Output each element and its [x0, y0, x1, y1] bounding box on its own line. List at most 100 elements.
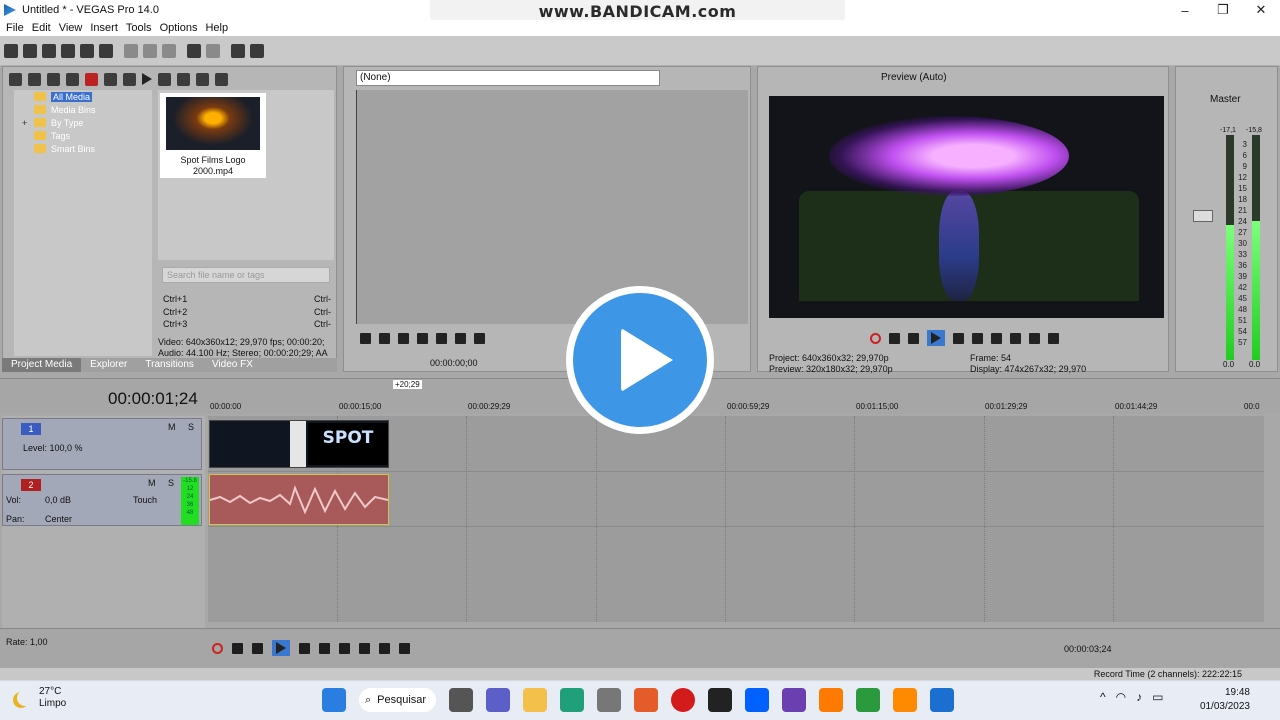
- prev-frame-icon[interactable]: [379, 642, 390, 654]
- import-media-icon[interactable]: [9, 72, 22, 86]
- auto-preview-icon[interactable]: [177, 72, 190, 86]
- speaker-icon[interactable]: ♪: [1136, 690, 1142, 704]
- taskbar-clock[interactable]: 19:48 01/03/2023: [1200, 686, 1250, 714]
- wifi-icon[interactable]: ◠: [1116, 690, 1126, 704]
- tray-expand-icon[interactable]: ^: [1100, 690, 1106, 704]
- stop-icon[interactable]: [319, 642, 330, 654]
- playback-rate[interactable]: Rate: 1,00: [6, 637, 48, 647]
- play-button[interactable]: [927, 330, 945, 346]
- close-button[interactable]: ✕: [1242, 0, 1280, 20]
- minimize-button[interactable]: –: [1166, 0, 1204, 20]
- menu-edit[interactable]: Edit: [28, 22, 55, 34]
- sheet-icon[interactable]: [856, 688, 881, 712]
- video-clip[interactable]: SPOT: [209, 420, 389, 468]
- bandicam-icon[interactable]: [671, 688, 696, 712]
- pause-icon[interactable]: [953, 332, 964, 344]
- undo-icon[interactable]: [187, 43, 201, 58]
- dropbox-icon[interactable]: [745, 688, 770, 712]
- app-icon[interactable]: [819, 688, 844, 712]
- copy-icon[interactable]: [143, 43, 157, 58]
- file-explorer-icon[interactable]: [523, 688, 548, 712]
- amazon-icon[interactable]: [708, 688, 733, 712]
- battery-icon[interactable]: ▭: [1152, 690, 1163, 704]
- weather-widget[interactable]: 27°C Limpo: [17, 686, 66, 710]
- next-frame-icon[interactable]: [474, 332, 485, 344]
- play-icon[interactable]: [398, 332, 409, 344]
- video-track-header[interactable]: 1 M S Level: 100,0 %: [2, 418, 202, 470]
- mute-button[interactable]: M: [168, 422, 176, 432]
- pause-icon[interactable]: [417, 332, 428, 344]
- taskbar-search[interactable]: ⌕ Pesquisar: [359, 688, 437, 712]
- trimmer-source-select[interactable]: (None): [356, 70, 660, 86]
- capture-icon[interactable]: [28, 72, 41, 86]
- solo-button[interactable]: S: [188, 422, 194, 432]
- media-thumbnail-card[interactable]: Spot Films Logo 2000.mp4: [160, 93, 266, 178]
- help-icon[interactable]: [250, 43, 264, 58]
- audio-track-header[interactable]: 2 M S Vol: 0,0 dB Touch Pan: Center -15.…: [2, 474, 202, 526]
- play-media-icon[interactable]: [142, 73, 152, 85]
- tree-item-smart-bins[interactable]: Smart Bins: [14, 142, 152, 155]
- get-media-icon[interactable]: [47, 72, 60, 86]
- loop-icon[interactable]: [360, 332, 371, 344]
- stop-media-icon[interactable]: [158, 72, 171, 86]
- stop-icon[interactable]: [972, 332, 983, 344]
- tree-item-tags[interactable]: Tags: [14, 129, 152, 142]
- play-from-start-icon[interactable]: [908, 332, 919, 344]
- video-play-overlay-button[interactable]: [566, 286, 714, 434]
- redo-icon[interactable]: [206, 43, 220, 58]
- solo-button[interactable]: S: [168, 478, 174, 488]
- menu-help[interactable]: Help: [201, 22, 232, 34]
- remove-icon[interactable]: [85, 72, 98, 86]
- loop-icon[interactable]: [889, 332, 900, 344]
- trimmer-view[interactable]: [356, 90, 748, 324]
- media-fx-icon[interactable]: [104, 72, 117, 86]
- menu-insert[interactable]: Insert: [86, 22, 122, 34]
- cut-icon[interactable]: [124, 43, 138, 58]
- render-icon[interactable]: [80, 43, 94, 58]
- save-as-icon[interactable]: [61, 43, 75, 58]
- next-frame-icon[interactable]: [1048, 332, 1059, 344]
- next-frame-icon[interactable]: [399, 642, 410, 654]
- menu-tools[interactable]: Tools: [122, 22, 156, 34]
- menu-options[interactable]: Options: [156, 22, 202, 34]
- maximize-button[interactable]: ❐: [1204, 0, 1242, 20]
- tab-transitions[interactable]: Transitions: [136, 358, 203, 372]
- record-icon[interactable]: [870, 332, 881, 344]
- app-icon[interactable]: [893, 688, 918, 712]
- new-project-icon[interactable]: [4, 43, 18, 58]
- play-button[interactable]: [272, 640, 290, 656]
- edge-icon[interactable]: [560, 688, 585, 712]
- prev-frame-icon[interactable]: [1029, 332, 1040, 344]
- media-search-input[interactable]: Search file name or tags: [162, 267, 330, 283]
- paste-icon[interactable]: [162, 43, 176, 58]
- tab-video-fx[interactable]: Video FX: [203, 358, 262, 372]
- views-icon[interactable]: [196, 72, 209, 86]
- play-from-start-icon[interactable]: [252, 642, 263, 654]
- windows-start-icon[interactable]: [322, 688, 346, 712]
- go-start-icon[interactable]: [991, 332, 1002, 344]
- automation-mode[interactable]: Touch: [133, 495, 157, 505]
- web-icon[interactable]: [66, 72, 79, 86]
- timeline-ruler[interactable]: 00:00:00 00:00:15;00 00:00:29;29 00:00:59;2…: [208, 402, 1264, 416]
- go-end-icon[interactable]: [1010, 332, 1021, 344]
- tree-item-media-bins[interactable]: Media Bins: [14, 103, 152, 116]
- preview-quality-select[interactable]: Preview (Auto): [881, 72, 947, 83]
- hand-icon[interactable]: [231, 43, 245, 58]
- video-app-icon[interactable]: [782, 688, 807, 712]
- loop-icon[interactable]: [232, 642, 243, 654]
- expand-icon[interactable]: +: [22, 118, 27, 128]
- loop-region-marker[interactable]: +20;29: [393, 380, 422, 389]
- menu-file[interactable]: File: [2, 22, 28, 34]
- save-icon[interactable]: [42, 43, 56, 58]
- properties-icon[interactable]: [99, 43, 113, 58]
- vegas-taskbar-icon[interactable]: [930, 688, 955, 712]
- pause-icon[interactable]: [299, 642, 310, 654]
- tab-explorer[interactable]: Explorer: [81, 358, 136, 372]
- tree-item-by-type[interactable]: + By Type: [14, 116, 152, 129]
- audio-clip[interactable]: [209, 474, 389, 525]
- firefox-icon[interactable]: [634, 688, 659, 712]
- task-view-icon[interactable]: [449, 688, 474, 712]
- open-icon[interactable]: [23, 43, 37, 58]
- tab-project-media[interactable]: Project Media: [2, 358, 82, 372]
- record-icon[interactable]: [212, 642, 223, 654]
